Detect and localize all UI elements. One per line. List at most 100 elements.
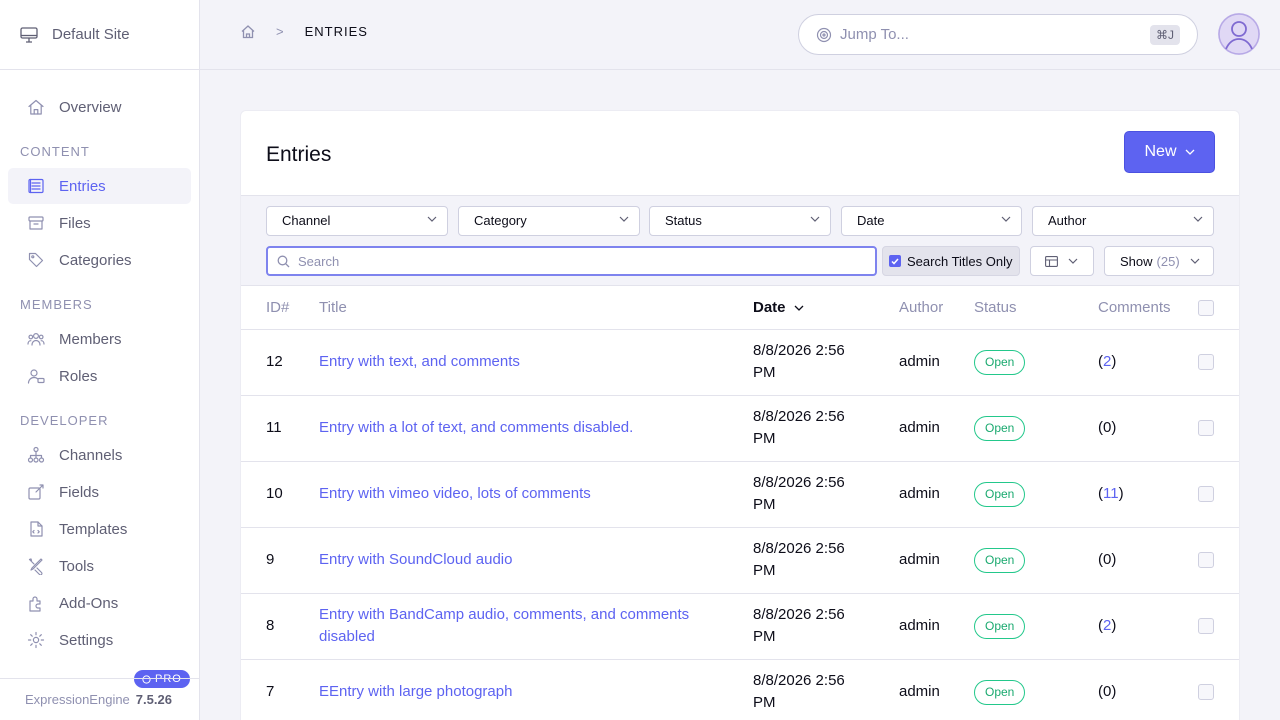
status-badge[interactable]: Open <box>974 679 1026 705</box>
date-filter-label: Date <box>857 213 885 228</box>
table-row[interactable]: 9 Entry with SoundCloud audio 8/8/2026 2:5… <box>241 527 1239 594</box>
entry-comments: (0) <box>1098 527 1198 594</box>
sidebar-item-label: Add-Ons <box>59 594 119 612</box>
author-filter[interactable]: Author <box>1032 206 1214 236</box>
entry-id: 11 <box>241 395 319 462</box>
status-badge[interactable]: Open <box>974 349 1026 375</box>
sidebar-item-label: Roles <box>59 367 98 385</box>
column-header-id[interactable]: ID# <box>241 286 319 330</box>
comments-count-link[interactable]: 2 <box>1103 617 1111 634</box>
sidebar-item-entries[interactable]: Entries <box>8 168 191 204</box>
home-icon <box>28 99 44 115</box>
channel-filter[interactable]: Channel <box>266 206 448 236</box>
entry-title-link[interactable]: Entry with vimeo video, lots of comments <box>319 485 591 502</box>
sidebar-item-channels[interactable]: Channels <box>8 437 191 473</box>
search-titles-only-checkbox[interactable] <box>889 255 901 267</box>
sidebar-item-files[interactable]: Files <box>8 205 191 241</box>
chevron-down-icon <box>1185 149 1194 155</box>
roles-icon <box>27 369 45 384</box>
sidebar-item-settings[interactable]: Settings <box>8 622 191 658</box>
new-button-label: New <box>1144 143 1177 160</box>
jump-to-search[interactable]: Jump To... ⌘J <box>798 14 1198 55</box>
entry-status-cell: Open <box>974 527 1098 594</box>
row-checkbox[interactable] <box>1198 552 1214 569</box>
status-badge[interactable]: Open <box>974 613 1026 639</box>
sidebar-footer[interactable]: ExpressionEngine 7.5.26 <box>0 678 199 720</box>
status-filter[interactable]: Status <box>649 206 831 236</box>
column-header-status[interactable]: Status <box>974 286 1098 330</box>
desktop-icon <box>20 26 38 43</box>
sidebar-section-developer: DEVELOPER <box>20 413 109 428</box>
sidebar-item-fields[interactable]: Fields <box>8 474 191 510</box>
comments-count-link[interactable]: 2 <box>1103 353 1111 370</box>
entry-title-link[interactable]: Entry with text, and comments <box>319 353 520 370</box>
comments-count-link[interactable]: 11 <box>1103 485 1119 502</box>
columns-button[interactable] <box>1030 246 1094 276</box>
column-header-date[interactable]: Date <box>753 286 899 330</box>
gear-icon <box>27 631 45 649</box>
entry-date: 8/8/2026 2:56 PM <box>753 659 899 720</box>
row-checkbox[interactable] <box>1198 618 1214 635</box>
entry-title-link[interactable]: Entry with SoundCloud audio <box>319 551 512 568</box>
sidebar-item-overview[interactable]: Overview <box>8 89 191 125</box>
entry-date-line2: PM <box>753 430 776 447</box>
chevron-down-icon <box>1190 258 1200 264</box>
date-filter[interactable]: Date <box>841 206 1022 236</box>
chevron-down-icon <box>1001 216 1011 222</box>
entry-title-link[interactable]: Entry with a lot of text, and comments d… <box>319 419 633 436</box>
sidebar-item-templates[interactable]: Templates <box>8 511 191 547</box>
search-titles-only-toggle[interactable]: Search Titles Only <box>882 246 1020 276</box>
entry-date-line1: 8/8/2026 2:56 <box>753 672 845 689</box>
table-row[interactable]: 10 Entry with vimeo video, lots of commen… <box>241 461 1239 528</box>
row-select-cell <box>1198 461 1239 528</box>
entry-status-cell: Open <box>974 659 1098 720</box>
select-all-checkbox[interactable] <box>1198 299 1214 316</box>
status-badge[interactable]: Open <box>974 415 1026 441</box>
jump-to-placeholder: Jump To... <box>840 26 909 43</box>
status-badge[interactable]: Open <box>974 481 1026 507</box>
category-filter[interactable]: Category <box>458 206 640 236</box>
sidebar-item-categories[interactable]: Categories <box>8 242 191 278</box>
sidebar-item-members[interactable]: Members <box>8 321 191 357</box>
row-checkbox[interactable] <box>1198 486 1214 503</box>
search-input[interactable] <box>298 253 858 269</box>
status-filter-label: Status <box>665 213 702 228</box>
entry-date: 8/8/2026 2:56 PM <box>753 329 899 396</box>
sidebar-item-label: Overview <box>59 98 122 116</box>
columns-icon <box>1045 255 1058 267</box>
column-header-author[interactable]: Author <box>899 286 974 330</box>
entry-status-cell: Open <box>974 329 1098 396</box>
row-checkbox[interactable] <box>1198 354 1214 371</box>
user-avatar[interactable] <box>1218 13 1260 55</box>
entries-search-box <box>266 246 877 276</box>
table-row[interactable]: 8 Entry with BandCamp audio, comments, an… <box>241 593 1239 660</box>
entry-title-link[interactable]: EEntry with large photograph <box>319 683 512 700</box>
row-checkbox[interactable] <box>1198 684 1214 701</box>
entries-table-body: 12 Entry with text, and comments 8/8/2026 … <box>241 329 1239 720</box>
home-icon[interactable] <box>240 24 256 39</box>
table-row[interactable]: 11 Entry with a lot of text, and comments… <box>241 395 1239 462</box>
page-size-select[interactable]: Show (25) <box>1104 246 1214 276</box>
entry-title-link[interactable]: Entry with BandCamp audio, comments, and… <box>319 606 689 645</box>
status-badge[interactable]: Open <box>974 547 1026 573</box>
fields-icon <box>28 484 44 500</box>
table-row[interactable]: 12 Entry with text, and comments 8/8/2026 … <box>241 329 1239 396</box>
column-header-title[interactable]: Title <box>319 286 753 330</box>
sidebar-item-tools[interactable]: Tools <box>8 548 191 584</box>
column-header-comments[interactable]: Comments <box>1098 286 1198 330</box>
sidebar-item-add-ons[interactable]: Add-Ons <box>8 585 191 621</box>
entry-author: admin <box>899 461 974 528</box>
entry-title-cell: EEntry with large photograph <box>319 659 753 720</box>
keyboard-shortcut-hint: ⌘J <box>1150 25 1180 45</box>
row-select-cell <box>1198 329 1239 396</box>
new-entry-button[interactable]: New <box>1124 131 1215 173</box>
sidebar-nav: Overview CONTENT Entries Files Categories MEM… <box>0 70 199 658</box>
entry-title-cell: Entry with vimeo video, lots of comments <box>319 461 753 528</box>
chevron-down-icon <box>619 216 629 222</box>
site-switcher[interactable]: Default Site <box>0 0 199 70</box>
category-filter-label: Category <box>474 213 527 228</box>
row-checkbox[interactable] <box>1198 420 1214 437</box>
entry-author: admin <box>899 659 974 720</box>
table-row[interactable]: 7 EEntry with large photograph 8/8/2026 2:… <box>241 659 1239 720</box>
sidebar-item-roles[interactable]: Roles <box>8 358 191 394</box>
